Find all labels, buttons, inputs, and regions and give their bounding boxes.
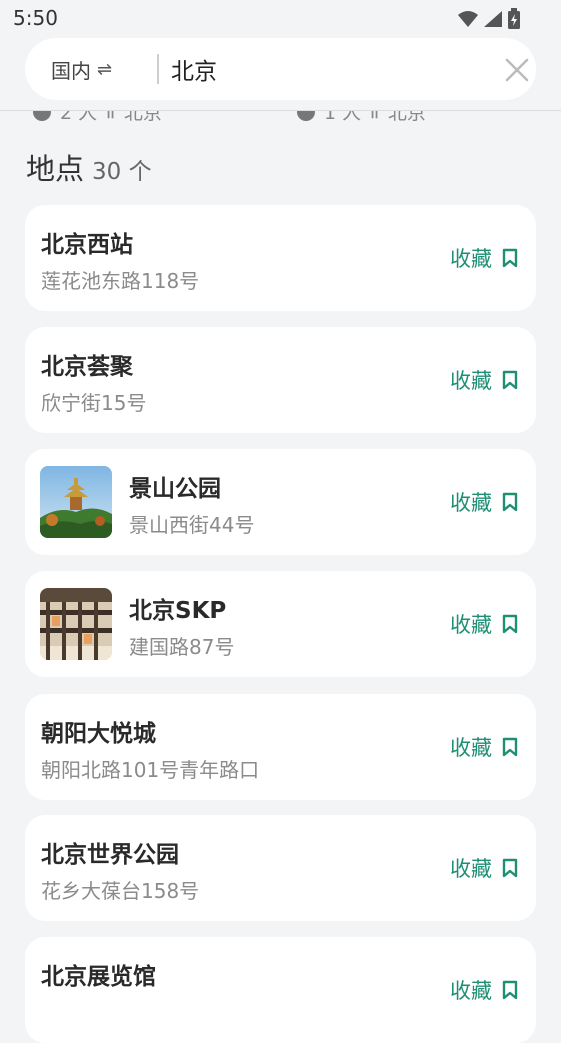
swap-icon: ⇌ [97,58,113,80]
place-name: 北京展览馆 [41,964,156,990]
place-card[interactable]: 景山公园 景山西街44号 收藏 [25,449,536,555]
place-name: 北京SKP [129,598,227,624]
favorite-label: 收藏 [450,491,492,515]
favorite-label: 收藏 [450,979,492,1003]
bookmark-icon [502,614,518,634]
favorite-button[interactable]: 收藏 [450,363,518,397]
search-input[interactable] [171,50,471,88]
status-icons [457,8,521,30]
place-card[interactable]: 朝阳大悦城 朝阳北路101号青年路口 收藏 [25,694,536,800]
bookmark-icon [502,737,518,757]
favorite-button[interactable]: 收藏 [450,241,518,275]
favorite-label: 收藏 [450,736,492,760]
place-card[interactable]: 北京世界公园 花乡大葆台158号 收藏 [25,815,536,921]
section-title: 地点 30 个 [26,146,152,188]
bookmark-icon [502,492,518,512]
bookmark-icon [502,858,518,878]
clear-search-button[interactable] [503,56,531,84]
favorite-button[interactable]: 收藏 [450,485,518,519]
section-count: 30 个 [92,159,152,185]
status-time: 5:50 [13,6,58,30]
place-card[interactable]: 北京展览馆 收藏 [25,937,536,1043]
favorite-label: 收藏 [450,613,492,637]
scope-toggle-button[interactable]: 国内 ⇌ [51,38,112,100]
search-divider [157,54,159,84]
place-thumbnail [40,588,112,660]
wifi-icon [458,11,478,27]
place-name: 北京荟聚 [41,354,133,380]
battery-icon [508,8,520,29]
place-name: 北京世界公园 [41,842,179,868]
favorite-label: 收藏 [450,369,492,393]
bookmark-icon [502,980,518,1000]
place-address: 景山西街44号 [129,513,255,537]
place-name: 朝阳大悦城 [41,721,156,747]
search-bar: 国内 ⇌ [25,38,536,100]
favorite-button[interactable]: 收藏 [450,851,518,885]
place-address: 欣宁街15号 [41,391,147,415]
place-address: 莲花池东路118号 [41,269,200,293]
place-address: 建国路87号 [129,635,235,659]
place-address: 花乡大葆台158号 [41,879,200,903]
place-card[interactable]: 北京荟聚 欣宁街15号 收藏 [25,327,536,433]
favorite-button[interactable]: 收藏 [450,730,518,764]
scope-label: 国内 [51,58,91,83]
place-card[interactable]: 北京西站 莲花池东路118号 收藏 [25,205,536,311]
signal-icon [484,11,502,27]
bookmark-icon [502,248,518,268]
favorite-label: 收藏 [450,247,492,271]
favorite-label: 收藏 [450,857,492,881]
favorite-button[interactable]: 收藏 [450,607,518,641]
close-icon [505,58,529,82]
place-address: 朝阳北路101号青年路口 [41,758,260,782]
place-name: 北京西站 [41,232,133,258]
place-card[interactable]: 北京SKP 建国路87号 收藏 [25,571,536,677]
place-thumbnail [40,466,112,538]
place-name: 景山公园 [129,476,221,502]
bookmark-icon [502,370,518,390]
section-title-text: 地点 [26,152,85,186]
search-header: 国内 ⇌ [0,30,561,111]
favorite-button[interactable]: 收藏 [450,973,518,1007]
